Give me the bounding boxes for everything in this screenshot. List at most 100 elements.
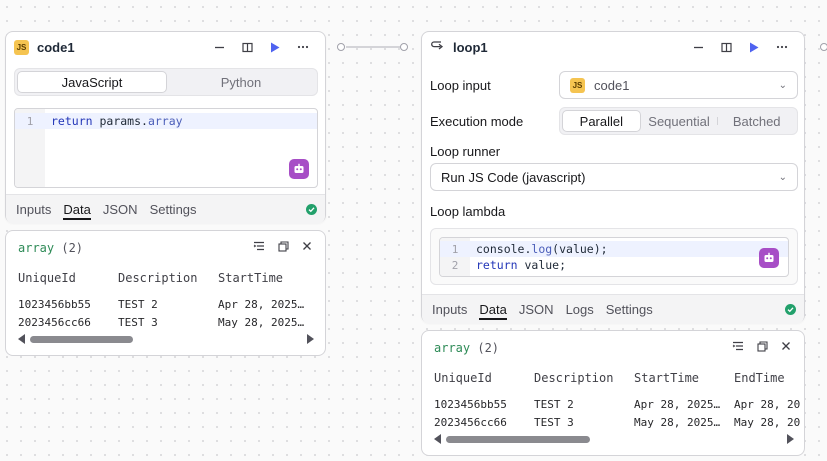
loop-input-label: Loop input xyxy=(430,78,491,93)
execution-mode-label: Execution mode xyxy=(430,114,524,129)
play-icon[interactable] xyxy=(261,36,289,58)
loop-output-panel: array (2) UniqueId Description StartTime… xyxy=(421,330,805,456)
table-cell: Apr 28, 2025… xyxy=(218,298,305,311)
copy-icon[interactable] xyxy=(271,237,295,255)
minimize-icon[interactable] xyxy=(205,36,233,58)
loop-runner-label: Loop runner xyxy=(430,144,501,159)
language-option-python[interactable]: Python xyxy=(167,71,315,93)
code-text: console.log(value); xyxy=(476,242,608,256)
table-cell: TEST 3 xyxy=(118,316,158,329)
loop1-input-handle[interactable] xyxy=(400,43,408,51)
loop-node-tabs: Inputs Data JSON Logs Settings xyxy=(422,294,804,324)
chevron-down-icon: ⌄ xyxy=(778,171,787,183)
code-node[interactable]: JS code1 JavaScript Python 1 return para… xyxy=(5,31,326,224)
table-cell: May 28, 2025… xyxy=(218,316,305,329)
table-cell: Apr 28, 2025… xyxy=(634,398,721,411)
tab-json[interactable]: JSON xyxy=(519,295,554,325)
mode-option-sequential[interactable]: Sequential xyxy=(641,110,718,132)
line-number: 2 xyxy=(451,258,459,272)
code1-output-handle[interactable] xyxy=(337,43,345,51)
more-icon[interactable] xyxy=(289,36,317,58)
code-editor[interactable]: 1 console.log(value); 2 return value; xyxy=(439,237,789,277)
mode-option-batched[interactable]: Batched xyxy=(718,110,795,132)
table-cell: TEST 3 xyxy=(534,416,574,429)
chevron-down-icon: ⌄ xyxy=(778,79,787,91)
table-cell: May 28, 2025… xyxy=(634,416,721,429)
column-header: Description xyxy=(118,271,198,285)
loop-node-header[interactable]: loop1 xyxy=(422,32,804,62)
scroll-right-icon[interactable] xyxy=(307,334,314,344)
code-text: return value; xyxy=(476,258,567,272)
node-title: loop1 xyxy=(453,39,488,55)
code-line: 1 console.log(value); xyxy=(440,241,788,257)
output-title: array (2) xyxy=(18,241,84,255)
execution-mode-switch: Parallel Sequential Batched xyxy=(559,107,798,135)
loop-input-select[interactable]: JS code1 ⌄ xyxy=(559,71,798,99)
play-icon[interactable] xyxy=(740,36,768,58)
tab-settings[interactable]: Settings xyxy=(606,295,653,325)
scroll-left-icon[interactable] xyxy=(434,434,441,444)
panel-toggle-icon[interactable] xyxy=(233,36,261,58)
tab-data[interactable]: Data xyxy=(63,195,92,225)
scroll-thumb[interactable] xyxy=(30,336,134,343)
scroll-left-icon[interactable] xyxy=(18,334,25,344)
mode-option-parallel[interactable]: Parallel xyxy=(562,110,641,132)
column-header: UniqueId xyxy=(434,371,492,385)
code-editor[interactable]: 1 return params.array xyxy=(14,108,318,188)
tab-inputs[interactable]: Inputs xyxy=(16,195,51,225)
column-header: EndTime xyxy=(734,371,785,385)
minimize-icon[interactable] xyxy=(684,36,712,58)
js-icon: JS xyxy=(14,39,29,55)
code-node-header[interactable]: JS code1 xyxy=(6,32,325,62)
tab-logs[interactable]: Logs xyxy=(566,295,594,325)
line-number: 1 xyxy=(451,242,459,256)
code-line: 1 return params.array xyxy=(15,113,317,129)
horizontal-scrollbar[interactable] xyxy=(432,434,796,444)
scroll-right-icon[interactable] xyxy=(787,434,794,444)
close-icon[interactable] xyxy=(774,337,798,355)
output-table: UniqueId Description StartTime 1023456bb… xyxy=(18,271,318,331)
more-icon[interactable] xyxy=(768,36,796,58)
code-line: 2 return value; xyxy=(440,257,788,273)
scroll-thumb[interactable] xyxy=(446,436,591,443)
code-output-panel: array (2) UniqueId Description StartTime… xyxy=(5,230,326,356)
language-switch: JavaScript Python xyxy=(14,68,318,96)
code-text: return params.array xyxy=(51,114,183,128)
close-icon[interactable] xyxy=(295,237,319,255)
table-cell: 1023456bb55 xyxy=(18,298,91,311)
horizontal-scrollbar[interactable] xyxy=(16,334,316,344)
table-cell: 2023456cc66 xyxy=(434,416,507,429)
table-cell: TEST 2 xyxy=(534,398,574,411)
tab-settings[interactable]: Settings xyxy=(150,195,197,225)
output-table: UniqueId Description StartTime EndTime 1… xyxy=(434,371,800,431)
ai-assistant-icon[interactable] xyxy=(759,248,779,268)
loop-runner-select[interactable]: Run JS Code (javascript) ⌄ xyxy=(430,163,798,191)
tab-inputs[interactable]: Inputs xyxy=(432,295,467,325)
success-status-icon xyxy=(306,204,317,215)
panel-toggle-icon[interactable] xyxy=(712,36,740,58)
node-title: code1 xyxy=(37,39,75,55)
column-header: UniqueId xyxy=(18,271,76,285)
tab-data[interactable]: Data xyxy=(479,295,508,325)
table-cell: 2023456cc66 xyxy=(18,316,91,329)
table-cell: Apr 28, 20 xyxy=(734,398,800,411)
loop-runner-value: Run JS Code (javascript) xyxy=(441,169,586,185)
language-option-javascript[interactable]: JavaScript xyxy=(17,71,167,93)
column-header: Description xyxy=(534,371,614,385)
loop-input-value: code1 xyxy=(594,77,630,93)
ai-assistant-icon[interactable] xyxy=(289,159,309,179)
column-header: StartTime xyxy=(634,371,700,385)
connection-edge xyxy=(346,46,400,48)
table-cell: May 28, 20 xyxy=(734,416,800,429)
loop-node[interactable]: loop1 Loop input JS code1 ⌄ Execution mo… xyxy=(421,31,805,324)
column-header: StartTime xyxy=(218,271,284,285)
tab-json[interactable]: JSON xyxy=(103,195,138,225)
collapse-list-icon[interactable] xyxy=(726,337,750,355)
collapse-list-icon[interactable] xyxy=(247,237,271,255)
table-cell: TEST 2 xyxy=(118,298,158,311)
copy-icon[interactable] xyxy=(750,337,774,355)
code-node-tabs: Inputs Data JSON Settings xyxy=(6,194,325,224)
success-status-icon xyxy=(785,304,796,315)
loop1-output-handle[interactable] xyxy=(820,43,827,51)
loop-lambda-label: Loop lambda xyxy=(430,204,506,219)
